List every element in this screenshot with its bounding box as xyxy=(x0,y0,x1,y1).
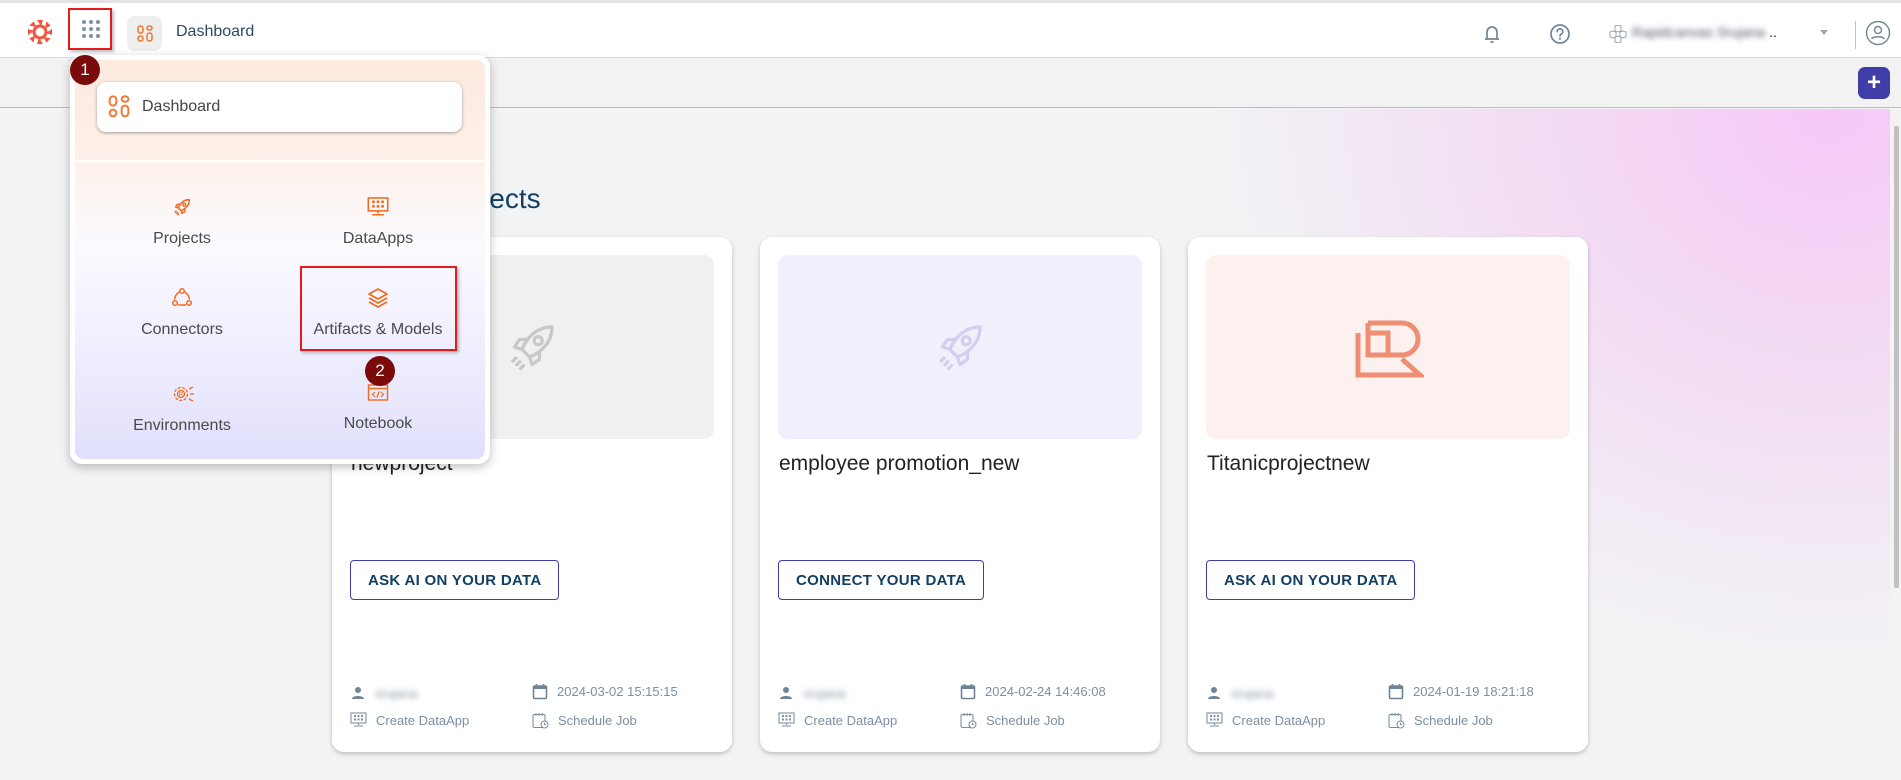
schedule-job-link[interactable]: Schedule Job xyxy=(532,712,637,729)
person-icon xyxy=(1208,687,1220,699)
code-window-icon xyxy=(367,384,389,401)
project-card: employee promotion_new CONNECT YOUR DATA… xyxy=(760,237,1160,752)
breadcrumb-dashboard-icon[interactable] xyxy=(127,16,162,51)
menu-item-label: Artifacts & Models xyxy=(313,321,443,338)
step-badge-2: 2 xyxy=(365,356,395,386)
create-dataapp-link[interactable]: Create DataApp xyxy=(778,712,897,728)
help-circle-icon xyxy=(1550,24,1570,44)
bell-icon xyxy=(1485,26,1499,43)
menu-item-environments[interactable]: R Environments xyxy=(84,377,280,457)
tenant-selector[interactable]: Rapidcanvas Srujana .. xyxy=(1632,23,1802,41)
account-button[interactable] xyxy=(1865,20,1891,46)
notifications-button[interactable] xyxy=(1480,22,1504,46)
menu-item-projects[interactable]: Projects xyxy=(84,190,280,270)
project-name[interactable]: Titanicprojectnew xyxy=(1207,452,1370,476)
menu-item-notebook[interactable]: Notebook xyxy=(280,377,476,457)
project-card: Titanicprojectnew ASK AI ON YOUR DATA sr… xyxy=(1188,237,1588,752)
create-dataapp-link[interactable]: Create DataApp xyxy=(350,712,469,728)
connect-data-button[interactable]: CONNECT YOUR DATA xyxy=(778,560,985,600)
tenant-name: Rapidcanvas Srujana xyxy=(1632,24,1766,40)
menu-item-label: Connectors xyxy=(141,321,223,338)
updated-timestamp: 2024-01-19 18:21:18 xyxy=(1413,684,1534,699)
project-owner: srujana xyxy=(1206,685,1274,701)
menu-item-label: DataApps xyxy=(342,230,414,247)
dashboard-icon xyxy=(136,24,153,42)
svg-text:R: R xyxy=(179,393,184,399)
calendar-icon xyxy=(1388,684,1404,700)
ask-ai-button[interactable]: ASK AI ON YOUR DATA xyxy=(1206,560,1416,600)
owner-name: srujana xyxy=(375,685,418,701)
create-dataapp-label: Create DataApp xyxy=(804,712,898,728)
user-circle-icon xyxy=(1865,20,1891,46)
menu-item-label: Dashboard xyxy=(142,98,221,115)
app-launcher-menu: Dashboard Projects DataApps Connectors A… xyxy=(70,55,490,464)
top-header: Dashboard Rapidcanvas Srujana .. xyxy=(0,3,1901,58)
menu-item-label: Projects xyxy=(153,230,211,247)
rocket-icon xyxy=(174,198,191,216)
project-thumbnail[interactable] xyxy=(778,255,1142,439)
menu-item-connectors[interactable]: Connectors xyxy=(84,281,280,361)
project-updated: 2024-01-19 18:21:18 xyxy=(1388,683,1534,700)
monitor-grid-icon xyxy=(1206,712,1223,727)
monitor-grid-icon xyxy=(350,712,367,727)
project-updated: 2024-03-02 15:15:15 xyxy=(532,683,678,700)
updated-timestamp: 2024-02-24 14:46:08 xyxy=(985,684,1106,699)
rocket-icon xyxy=(510,325,554,371)
layers-icon xyxy=(368,288,388,308)
project-owner: srujana xyxy=(778,685,846,701)
project-thumbnail[interactable] xyxy=(1206,255,1570,439)
app-launcher-button[interactable] xyxy=(70,8,112,50)
monitor-grid-icon xyxy=(367,197,389,216)
calendar-clock-icon xyxy=(960,713,977,729)
project-name[interactable]: employee promotion_new xyxy=(779,452,1019,476)
calendar-icon xyxy=(532,684,548,700)
schedule-job-label: Schedule Job xyxy=(986,713,1065,728)
menu-item-dataapps[interactable]: DataApps xyxy=(280,190,476,270)
owner-name: srujana xyxy=(1231,685,1274,701)
header-divider xyxy=(1855,21,1856,49)
rocket-icon xyxy=(938,325,982,371)
add-button[interactable]: + xyxy=(1858,67,1890,99)
step-badge-1: 1 xyxy=(70,55,100,85)
project-owner: srujana xyxy=(350,685,418,701)
connectors-icon xyxy=(171,287,193,307)
create-dataapp-label: Create DataApp xyxy=(1232,712,1326,728)
tenant-ellipsis: .. xyxy=(1769,24,1777,40)
help-button[interactable] xyxy=(1548,22,1572,46)
create-dataapp-label: Create DataApp xyxy=(376,712,470,728)
menu-item-label: Environments xyxy=(133,417,231,434)
ask-ai-button[interactable]: ASK AI ON YOUR DATA xyxy=(350,560,560,600)
schedule-job-link[interactable]: Schedule Job xyxy=(1388,712,1493,729)
dashboard-icon xyxy=(108,95,130,118)
menu-item-label: Notebook xyxy=(343,415,413,432)
brand-logo-icon[interactable] xyxy=(26,18,54,46)
cubes-icon xyxy=(1609,25,1627,43)
calendar-icon xyxy=(960,684,976,700)
create-dataapp-link[interactable]: Create DataApp xyxy=(1206,712,1325,728)
vertical-scrollbar-thumb[interactable] xyxy=(1894,126,1899,588)
menu-item-artifacts-models[interactable]: Artifacts & Models xyxy=(280,281,476,361)
breadcrumb-title: Dashboard xyxy=(176,23,255,40)
schedule-job-link[interactable]: Schedule Job xyxy=(960,712,1065,729)
menu-item-dashboard[interactable]: Dashboard xyxy=(97,82,462,132)
schedule-job-label: Schedule Job xyxy=(558,713,637,728)
gear-cog-icon: R xyxy=(173,386,194,402)
grid-dots-icon xyxy=(82,20,100,38)
rc-logo-icon xyxy=(1355,320,1424,378)
monitor-grid-icon xyxy=(778,712,795,727)
project-updated: 2024-02-24 14:46:08 xyxy=(960,683,1106,700)
calendar-clock-icon xyxy=(1388,713,1405,729)
person-icon xyxy=(780,687,792,699)
chevron-down-icon[interactable] xyxy=(1820,30,1828,35)
schedule-job-label: Schedule Job xyxy=(1414,713,1493,728)
person-icon xyxy=(352,687,364,699)
updated-timestamp: 2024-03-02 15:15:15 xyxy=(557,684,678,699)
tenant-icon-wrap xyxy=(1606,22,1630,46)
owner-name: srujana xyxy=(803,685,846,701)
calendar-clock-icon xyxy=(532,713,549,729)
